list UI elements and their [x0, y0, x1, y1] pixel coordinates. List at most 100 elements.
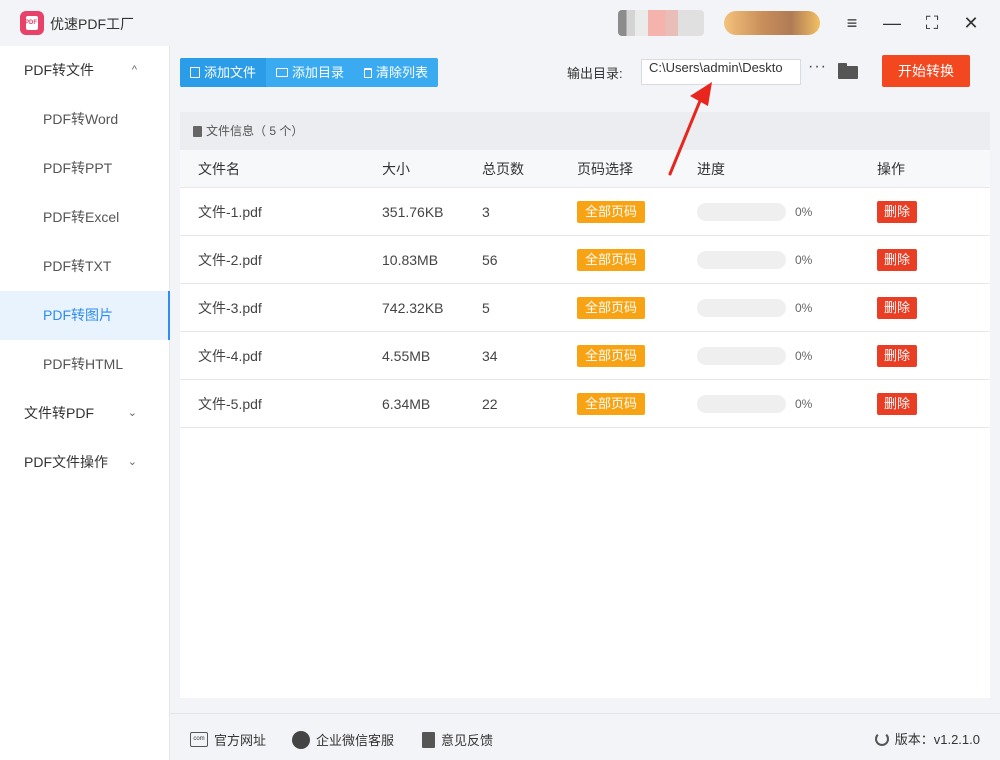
sidebar-item-pdf-to-word[interactable]: PDF转Word: [0, 95, 169, 144]
file-size: 4.55MB: [382, 347, 431, 364]
page-count: 56: [482, 251, 498, 268]
progress-bar: [697, 202, 786, 221]
output-dir-label: 输出目录:: [567, 66, 623, 81]
blurred-user-badge[interactable]: [724, 11, 820, 35]
file-actions-group: 添加文件 添加目录 清除列表: [180, 58, 439, 87]
app-logo-icon: PDF: [20, 11, 44, 35]
progress-bar: [697, 394, 786, 413]
sidebar-item-pdf-to-ppt[interactable]: PDF转PPT: [0, 144, 169, 193]
feedback-link[interactable]: 意见反馈: [422, 730, 493, 749]
add-file-label: 添加文件: [204, 65, 257, 80]
table-row: 文件-4.pdf 4.55MB 34 全部页码 0% 删除: [180, 332, 990, 380]
app-title: 优速PDF工厂: [50, 16, 134, 32]
progress-percent: 0%: [795, 396, 813, 411]
chevron-up-icon: ^: [131, 64, 137, 76]
clear-list-button[interactable]: 清除列表: [354, 58, 438, 87]
delete-button[interactable]: 删除: [877, 200, 918, 223]
delete-button[interactable]: 删除: [877, 344, 918, 367]
annotation-arrow-icon: [668, 82, 712, 176]
add-folder-button[interactable]: 添加目录: [266, 58, 354, 87]
page-count: 22: [482, 395, 498, 412]
progress-percent: 0%: [795, 204, 813, 219]
title-bar: PDF 优速PDF工厂 ≡ — ⛶ ✕: [0, 0, 1000, 46]
page-count: 3: [482, 203, 490, 220]
progress-bar: [697, 346, 786, 365]
delete-button[interactable]: 删除: [877, 392, 918, 415]
minimize-icon[interactable]: —: [879, 10, 905, 36]
add-file-button[interactable]: 添加文件: [180, 58, 267, 87]
table-row: 文件-1.pdf 351.76KB 3 全部页码 0% 删除: [180, 188, 990, 236]
website-icon: com: [190, 732, 208, 747]
column-header-pages: 总页数: [482, 160, 524, 177]
table-header: 文件名 大小 总页数 页码选择 进度 操作: [180, 150, 990, 188]
official-website-link[interactable]: com 官方网址: [190, 730, 266, 749]
start-convert-button[interactable]: 开始转换: [882, 55, 970, 87]
delete-button[interactable]: 删除: [877, 296, 918, 319]
official-website-label: 官方网址: [214, 733, 267, 748]
page-count: 34: [482, 347, 498, 364]
table-row: 文件-5.pdf 6.34MB 22 全部页码 0% 删除: [180, 380, 990, 428]
column-header-page-range: 页码选择: [577, 160, 633, 177]
delete-button[interactable]: 删除: [877, 248, 918, 271]
column-header-name: 文件名: [198, 160, 240, 177]
sidebar-item-pdf-to-html[interactable]: PDF转HTML: [0, 340, 169, 389]
sidebar-group-file-to-pdf[interactable]: 文件转PDF ⌄: [0, 389, 169, 438]
file-size: 10.83MB: [382, 251, 439, 268]
progress-percent: 0%: [795, 300, 813, 315]
sidebar-group-pdf-to-file[interactable]: PDF转文件 ^: [0, 46, 169, 95]
table-row: 文件-2.pdf 10.83MB 56 全部页码 0% 删除: [180, 236, 990, 284]
sidebar-item-pdf-to-excel[interactable]: PDF转Excel: [0, 193, 169, 242]
column-header-action: 操作: [877, 160, 905, 177]
sidebar-group-pdf-operations[interactable]: PDF文件操作 ⌄: [0, 438, 169, 487]
document-icon: [193, 125, 202, 137]
wechat-service-link[interactable]: 企业微信客服: [292, 730, 394, 749]
chat-icon: [292, 730, 310, 749]
page-count: 5: [482, 299, 490, 316]
wechat-service-label: 企业微信客服: [316, 733, 395, 748]
file-name: 文件-5.pdf: [198, 395, 262, 412]
page-range-button[interactable]: 全部页码: [577, 200, 646, 223]
sidebar-group-label: PDF文件操作: [24, 454, 108, 470]
folder-icon: [276, 68, 289, 77]
file-size: 6.34MB: [382, 395, 431, 412]
feedback-label: 意见反馈: [441, 733, 494, 748]
version-info[interactable]: 版本：v1.2.1.0: [874, 729, 980, 748]
menu-icon[interactable]: ≡: [839, 10, 865, 36]
footer: com 官方网址 企业微信客服 意见反馈 版本：v1.2.1.0: [170, 713, 1000, 760]
progress-percent: 0%: [795, 348, 813, 363]
add-folder-label: 添加目录: [292, 65, 345, 80]
maximize-icon[interactable]: ⛶: [919, 10, 945, 36]
file-info-header: 文件信息（ 5 个）: [180, 112, 990, 150]
page-range-button[interactable]: 全部页码: [577, 392, 646, 415]
page-range-button[interactable]: 全部页码: [577, 344, 646, 367]
file-icon: [190, 67, 200, 78]
table-row: 文件-3.pdf 742.32KB 5 全部页码 0% 删除: [180, 284, 990, 332]
sidebar-group-label: PDF转文件: [24, 62, 94, 78]
file-name: 文件-1.pdf: [198, 203, 262, 220]
file-name: 文件-2.pdf: [198, 251, 262, 268]
refresh-icon: [874, 731, 889, 746]
blurred-account-info[interactable]: [618, 10, 704, 36]
close-icon[interactable]: ✕: [958, 10, 984, 36]
file-list-panel: 文件信息（ 5 个） 文件名 大小 总页数 页码选择 进度 操作 文件-1.pd…: [180, 112, 990, 698]
version-label: 版本：v1.2.1.0: [894, 732, 980, 747]
page-range-button[interactable]: 全部页码: [577, 296, 646, 319]
sidebar-item-pdf-to-txt[interactable]: PDF转TXT: [0, 242, 169, 291]
clear-list-label: 清除列表: [376, 65, 429, 80]
trash-icon: [364, 67, 373, 78]
file-name: 文件-4.pdf: [198, 347, 262, 364]
file-size: 351.76KB: [382, 203, 444, 220]
progress-bar: [697, 298, 786, 317]
sidebar-item-pdf-to-image[interactable]: PDF转图片: [0, 291, 170, 340]
chevron-down-icon: ⌄: [127, 456, 137, 468]
more-options-icon[interactable]: ···: [808, 58, 827, 76]
progress-bar: [697, 250, 786, 269]
sidebar: PDF转文件 ^ PDF转Word PDF转PPT PDF转Excel PDF转…: [0, 46, 170, 760]
toolbar: 添加文件 添加目录 清除列表 输出目录: C:\Users\admin\Desk…: [170, 46, 1000, 102]
open-folder-icon[interactable]: [838, 63, 858, 79]
page-range-button[interactable]: 全部页码: [577, 248, 646, 271]
feedback-icon: [422, 731, 435, 748]
sidebar-group-label: 文件转PDF: [24, 405, 94, 421]
column-header-size: 大小: [382, 160, 410, 177]
chevron-down-icon: ⌄: [127, 407, 137, 419]
